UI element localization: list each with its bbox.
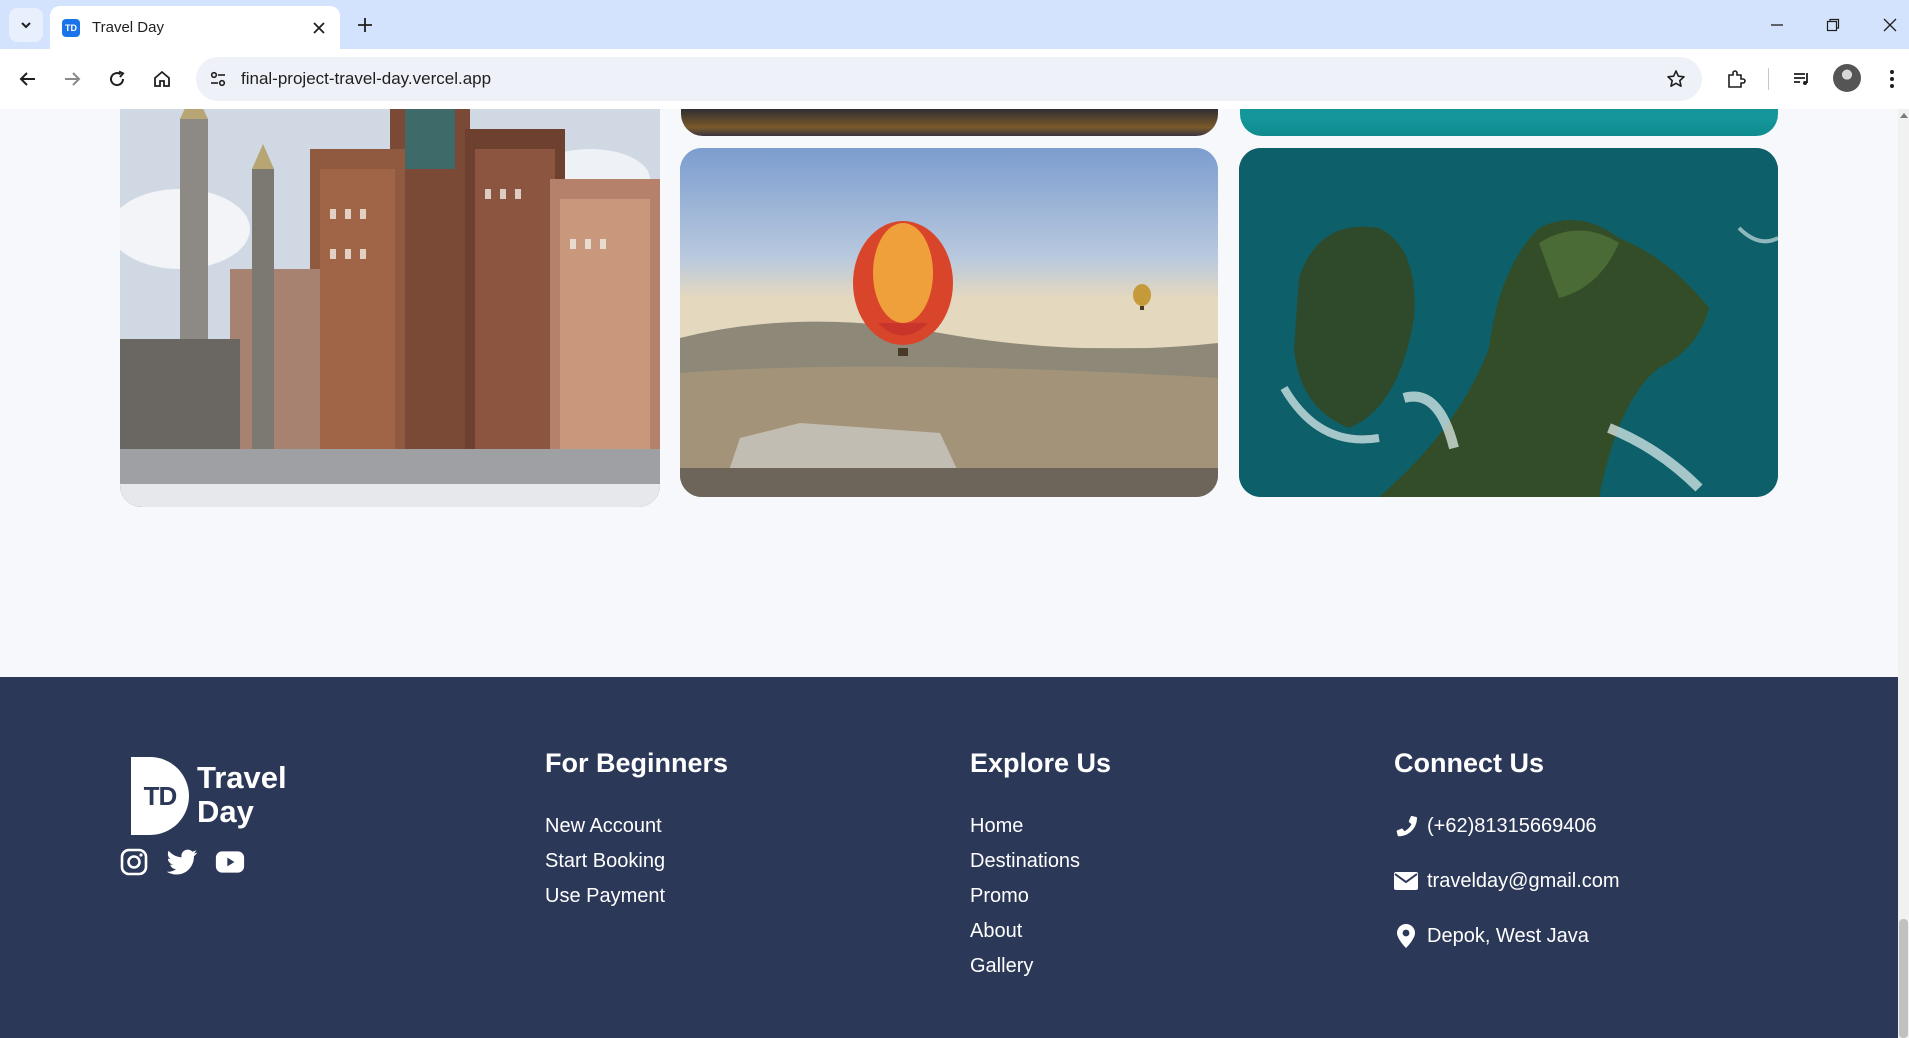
extensions-button[interactable] (1720, 63, 1752, 95)
footer-link-new-account[interactable]: New Account (545, 809, 728, 844)
star-icon (1667, 70, 1685, 87)
favicon-icon: TD (62, 18, 80, 37)
tab-search-button[interactable] (9, 8, 43, 42)
gallery-image-hot-air-balloons[interactable] (680, 148, 1218, 497)
scroll-up-arrow-icon[interactable] (1900, 113, 1908, 118)
toolbar-separator (1768, 68, 1769, 90)
footer-logo[interactable]: TD Travel Day (131, 757, 301, 837)
browser-menu-button[interactable] (1876, 63, 1908, 95)
mecca-towers-illustration (120, 109, 660, 507)
logo-wordmark: Travel Day (197, 761, 287, 829)
map-pin-icon (1394, 924, 1418, 948)
plus-icon (358, 18, 372, 32)
logo-line-2: Day (197, 794, 254, 829)
profile-avatar[interactable] (1833, 64, 1861, 92)
forward-button[interactable] (56, 63, 88, 95)
reload-icon (110, 70, 125, 87)
home-icon (154, 70, 170, 87)
home-button[interactable] (146, 63, 178, 95)
address-bar[interactable]: final-project-travel-day.vercel.app (196, 57, 1702, 101)
footer-column-connect: Connect Us (+62)81315669406 travelday@gm… (1394, 748, 1620, 974)
puzzle-icon (1728, 70, 1746, 88)
twitter-icon (167, 849, 197, 875)
footer-link-promo[interactable]: Promo (970, 879, 1111, 914)
youtube-link[interactable] (215, 847, 245, 877)
gallery-image-turquoise-sea[interactable] (1240, 109, 1778, 136)
bookmark-button[interactable] (1664, 67, 1688, 91)
restore-button[interactable] (1818, 10, 1848, 40)
footer-column-beginners: For Beginners New Account Start Booking … (545, 748, 728, 914)
arrow-left-icon (19, 72, 35, 86)
page-viewport: TD Travel Day For Beginners New Account … (0, 109, 1898, 1038)
contact-email-text: travelday@gmail.com (1427, 869, 1620, 892)
logo-badge-text: TD (143, 780, 178, 811)
social-links (119, 847, 245, 877)
tab-title: Travel Day (92, 19, 164, 36)
youtube-icon (215, 851, 245, 873)
gallery-image-mecca-clock-towers[interactable] (120, 109, 660, 507)
page-scrollbar[interactable] (1898, 109, 1909, 1038)
gallery-image-city-night[interactable] (681, 109, 1218, 136)
media-controls-button[interactable] (1786, 63, 1818, 95)
contact-phone-text: (+62)81315669406 (1427, 814, 1597, 837)
envelope-icon (1394, 869, 1418, 893)
close-icon (313, 21, 325, 34)
minimize-button[interactable] (1762, 10, 1792, 40)
chevron-down-icon (21, 22, 31, 29)
footer-link-use-payment[interactable]: Use Payment (545, 879, 728, 914)
close-window-button[interactable] (1875, 10, 1905, 40)
instagram-link[interactable] (119, 847, 149, 877)
column-title: Connect Us (1394, 748, 1545, 778)
gallery-image-sea-cliff-island[interactable] (1239, 148, 1778, 497)
site-footer: TD Travel Day For Beginners New Account … (0, 677, 1898, 1038)
balloon-landscape-illustration (680, 148, 1218, 497)
contact-email[interactable]: travelday@gmail.com (1394, 864, 1620, 898)
column-title: For Beginners (545, 748, 729, 778)
footer-link-home[interactable]: Home (970, 809, 1111, 844)
url-text: final-project-travel-day.vercel.app (241, 69, 492, 88)
contact-location[interactable]: Depok, West Java (1394, 919, 1620, 953)
browser-tabbar: TD Travel Day (0, 0, 1909, 49)
instagram-icon (120, 848, 148, 876)
site-info-button[interactable] (206, 67, 230, 91)
new-tab-button[interactable] (352, 12, 378, 38)
tab-close-button[interactable] (310, 19, 328, 37)
twitter-link[interactable] (167, 847, 197, 877)
back-button[interactable] (12, 63, 44, 95)
sea-cliff-illustration (1239, 148, 1778, 497)
minimize-icon (1771, 24, 1783, 26)
footer-link-about[interactable]: About (970, 914, 1111, 949)
reload-button[interactable] (101, 63, 133, 95)
phone-icon (1394, 814, 1418, 838)
browser-tab-active[interactable]: TD Travel Day (50, 6, 340, 49)
close-icon (1883, 18, 1897, 32)
footer-column-explore: Explore Us Home Destinations Promo About… (970, 748, 1111, 984)
contact-phone[interactable]: (+62)81315669406 (1394, 809, 1620, 843)
scrollbar-thumb[interactable] (1899, 919, 1908, 1038)
logo-line-1: Travel (197, 760, 287, 795)
footer-link-destinations[interactable]: Destinations (970, 844, 1111, 879)
tune-icon (210, 71, 226, 87)
contact-location-text: Depok, West Java (1427, 924, 1589, 947)
browser-toolbar: final-project-travel-day.vercel.app (0, 49, 1909, 109)
logo-badge: TD (131, 757, 189, 835)
column-title: Explore Us (970, 748, 1112, 778)
arrow-right-icon (65, 72, 81, 86)
footer-link-start-booking[interactable]: Start Booking (545, 844, 728, 879)
footer-link-gallery[interactable]: Gallery (970, 949, 1111, 984)
more-vertical-icon (1890, 70, 1894, 88)
playlist-icon (1794, 73, 1808, 85)
restore-icon (1826, 18, 1840, 32)
